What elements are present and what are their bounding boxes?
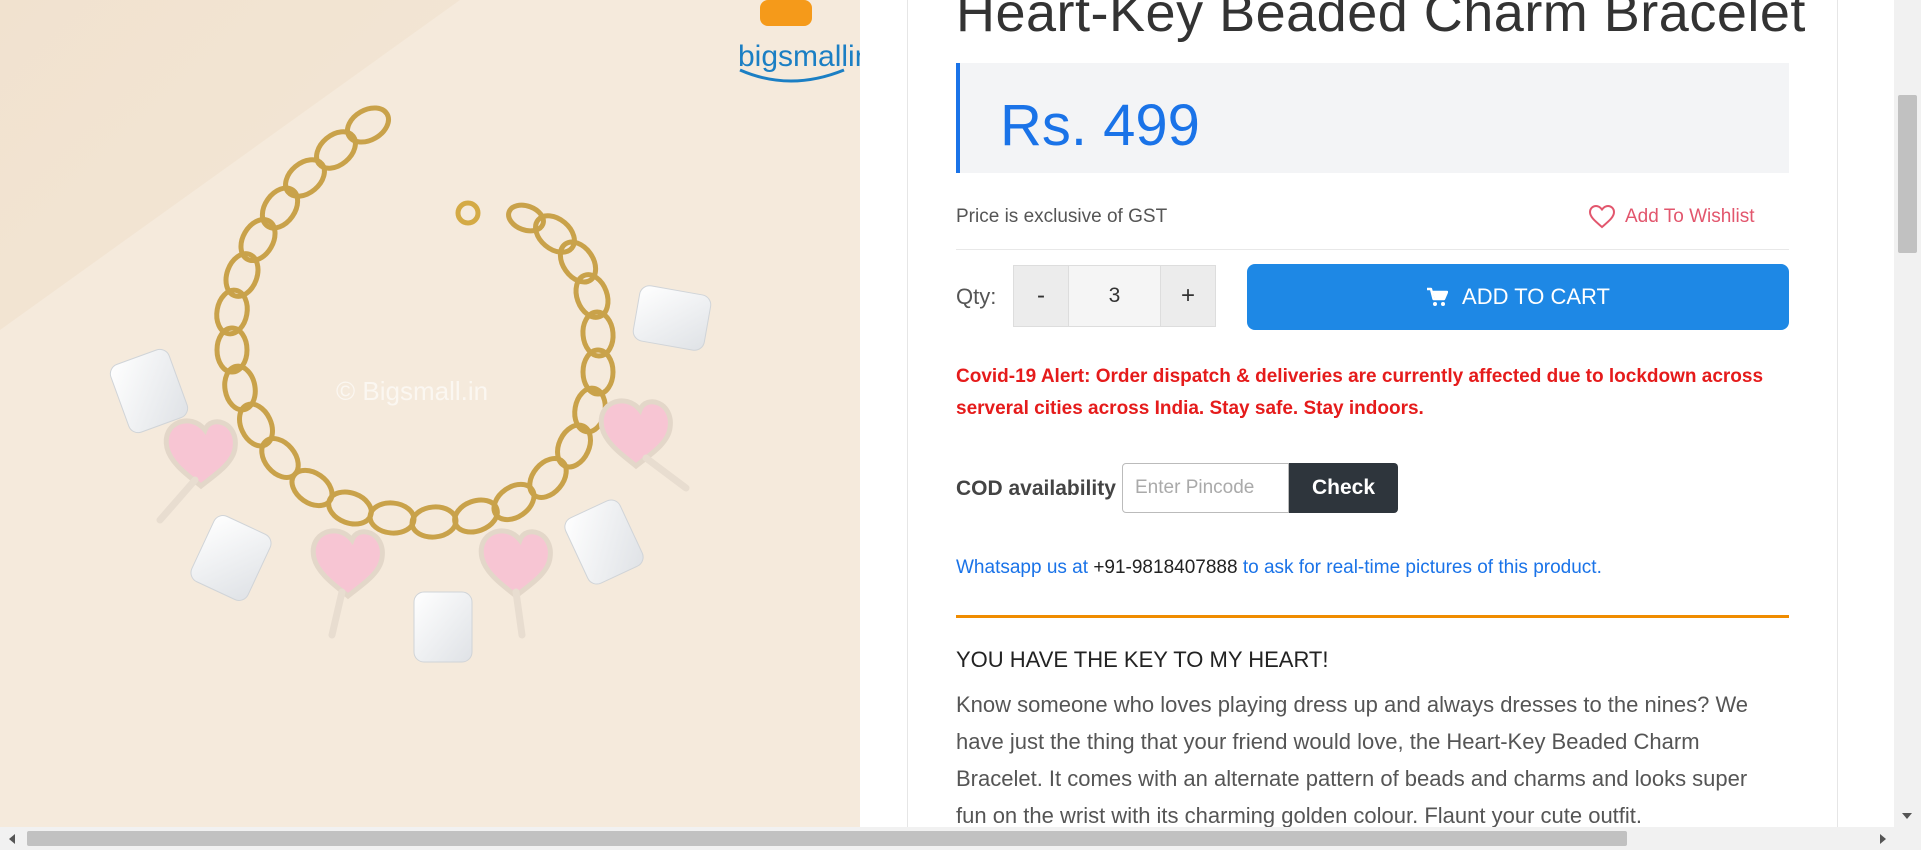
product-price: Rs. 499 [1000,93,1200,158]
quantity-label: Qty: [956,284,997,309]
quantity-input[interactable] [1068,266,1161,326]
scroll-right-arrow-icon[interactable] [1880,834,1886,844]
vertical-scroll-thumb[interactable] [1898,95,1917,253]
add-to-wishlist-button[interactable]: Add To Wishlist [1589,200,1755,234]
description-text: Know someone who loves playing dress up … [956,692,1749,827]
product-image: © Bigsmall.in bigsmallin [0,0,860,827]
vertical-scrollbar[interactable] [1894,0,1921,827]
quantity-stepper: - + [1013,265,1216,327]
price-box: Rs. 499 [956,63,1789,173]
whatsapp-prefix: Whatsapp us at [956,557,1089,578]
covid-alert: Covid-19 Alert: Order dispatch & deliver… [956,366,1764,419]
svg-text:bigsmallin: bigsmallin [738,40,860,73]
product-title: Heart-Key Beaded Charm Bracelet [956,0,1806,43]
cod-label: COD availability [956,477,1116,500]
image-watermark: © Bigsmall.in [336,376,488,406]
pincode-input[interactable] [1122,463,1289,513]
scroll-down-arrow-icon[interactable] [1902,813,1912,819]
decrement-button[interactable]: - [1014,266,1068,326]
divider [956,249,1789,250]
wishlist-label: Add To Wishlist [1625,206,1755,227]
horizontal-scroll-thumb[interactable] [27,831,1627,846]
add-to-cart-label: ADD TO CART [1462,284,1610,309]
whatsapp-suffix: to ask for real-time pictures of this pr… [1242,557,1602,578]
section-divider [956,615,1789,618]
product-info-panel: Heart-Key Beaded Charm Bracelet Rs. 499 … [907,0,1838,827]
whatsapp-line: Whatsapp us at +91-9818407888 to ask for… [956,557,1602,579]
description-heading: YOU HAVE THE KEY TO MY HEART! [956,647,1329,672]
cart-icon [1427,287,1449,306]
scroll-left-arrow-icon[interactable] [9,834,15,844]
gst-note: Price is exclusive of GST [956,206,1168,227]
horizontal-scrollbar[interactable] [0,827,1921,850]
heart-outline-icon [1589,205,1615,229]
add-to-cart-button[interactable]: ADD TO CART [1247,264,1789,330]
whatsapp-phone[interactable]: +91-9818407888 [1093,557,1237,578]
increment-button[interactable]: + [1161,266,1215,326]
check-button[interactable]: Check [1289,463,1398,513]
